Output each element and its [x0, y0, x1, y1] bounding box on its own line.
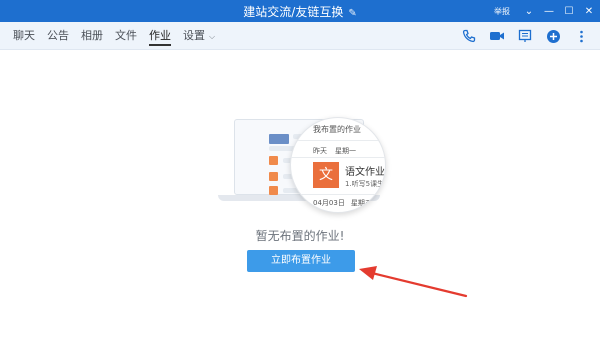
add-icon[interactable] [544, 27, 562, 45]
title-bar: 建站交流/友链互换 ✎ 举报 ⌄ — ☐ ✕ [0, 0, 600, 22]
toolbar [460, 27, 590, 45]
empty-state-message: 暂无布置的作业! [255, 229, 345, 243]
tab-settings[interactable]: 设置 ⌵ [177, 22, 221, 50]
window-controls: 举报 ⌄ — ☐ ✕ [494, 0, 594, 22]
tab-bar: 聊天 公告 相册 文件 作业 设置 ⌵ [0, 22, 600, 50]
tab-homework[interactable]: 作业 [143, 22, 177, 50]
close-icon[interactable]: ✕ [584, 6, 594, 17]
more-icon[interactable] [572, 27, 590, 45]
homework-name: 语文作业 [345, 167, 385, 178]
whiteboard-icon[interactable] [516, 27, 534, 45]
callout-date: 04月03日 星期五 [313, 198, 372, 208]
tab-list: 聊天 公告 相册 文件 作业 设置 ⌵ [7, 22, 221, 50]
mini-icon [269, 156, 278, 165]
report-link[interactable]: 举报 [494, 6, 510, 17]
tab-files[interactable]: 文件 [109, 22, 143, 50]
window-title: 建站交流/友链互换 [243, 5, 344, 19]
divider [291, 157, 385, 158]
magnifier-callout: 我布置的作业 昨天星期一 文 语文作业 1.听写5课生字 04月03日星期五 [290, 117, 386, 213]
callout-title: 我布置的作业 [313, 125, 361, 134]
tab-announcement[interactable]: 公告 [41, 22, 75, 50]
mini-header [269, 134, 289, 144]
divider [291, 194, 385, 195]
day-yesterday: 昨天 [313, 147, 327, 155]
tab-chat[interactable]: 聊天 [7, 22, 41, 50]
chevron-down-icon: ⌵ [209, 32, 216, 41]
tab-settings-label: 设置 [183, 29, 205, 42]
maximize-icon[interactable]: ☐ [564, 6, 574, 17]
homework-desc: 1.听写5课生字 [345, 180, 385, 188]
weekday-text: 星期五 [350, 199, 372, 207]
pencil-icon[interactable]: ✎ [348, 8, 356, 19]
tab-album[interactable]: 相册 [75, 22, 109, 50]
mini-icon [269, 172, 278, 181]
minimize-icon[interactable]: — [544, 6, 554, 17]
assign-homework-button[interactable]: 立即布置作业 [247, 250, 355, 272]
divider [291, 140, 385, 141]
video-icon[interactable] [488, 27, 506, 45]
callout-days: 昨天 星期一 [313, 146, 356, 156]
date-text: 04月03日 [313, 199, 345, 207]
phone-icon[interactable] [460, 27, 478, 45]
chevron-down-icon[interactable]: ⌄ [524, 6, 534, 17]
day-monday: 星期一 [335, 147, 356, 155]
chinese-subject-icon: 文 [313, 162, 339, 188]
mini-icon [269, 186, 278, 195]
